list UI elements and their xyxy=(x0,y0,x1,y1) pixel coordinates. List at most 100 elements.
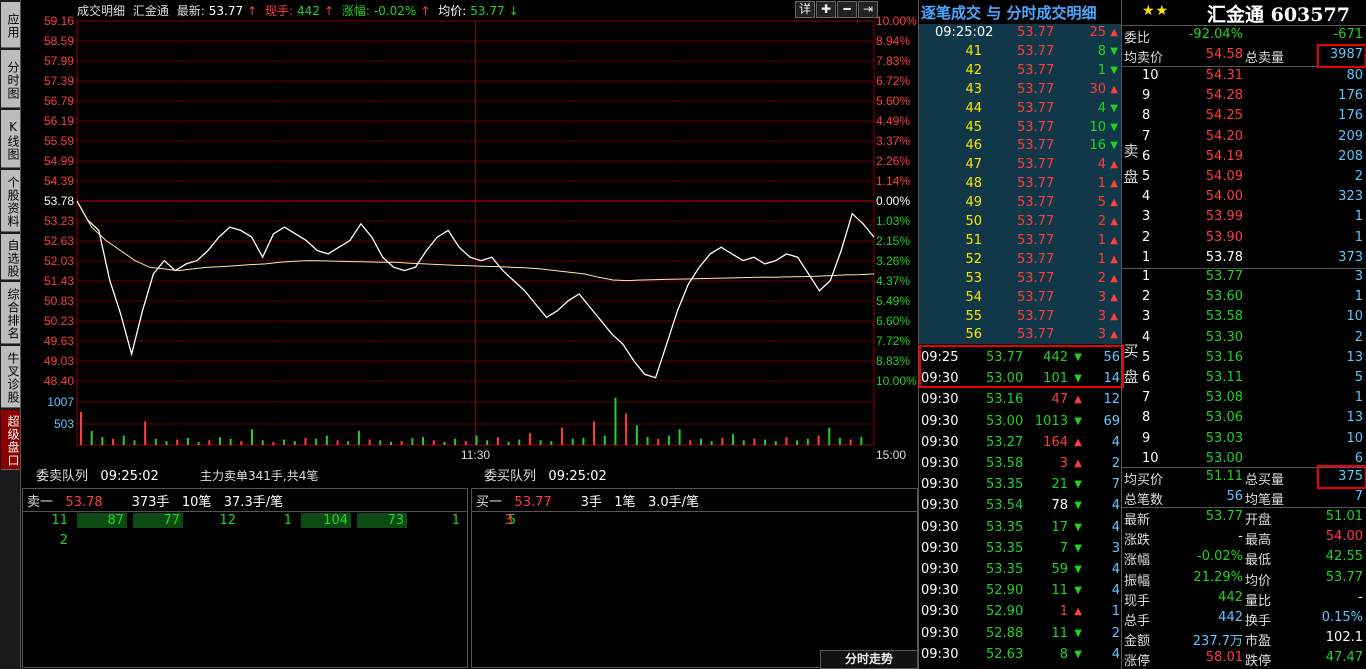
minute-price: 53.16 xyxy=(986,392,1024,408)
minute-count: 7 xyxy=(1111,477,1120,493)
ask-volume: 80 xyxy=(1346,68,1363,83)
stat-label: 涨停 xyxy=(1124,654,1151,669)
stat-label: 最新 xyxy=(1124,513,1151,528)
bid-level: 7 xyxy=(1142,390,1151,406)
volume-bar xyxy=(625,413,628,445)
tick-trade-row[interactable]: 55 53.77 3 ▲ xyxy=(919,307,1122,327)
tick-trade-row[interactable]: 46 53.77 16 ▼ xyxy=(919,136,1122,156)
volume-bar xyxy=(144,421,147,445)
minute-volume: 164 xyxy=(1043,434,1068,450)
volume-bar xyxy=(796,440,799,445)
arrow-up-icon: ▲ xyxy=(1110,197,1118,209)
minute-trade-row[interactable]: 09:30 53.27 164 ▲ 4 xyxy=(919,433,1122,453)
ask-row: 3 53.99 1 xyxy=(1122,207,1366,227)
nav-item-6[interactable]: 牛叉诊股 xyxy=(1,346,20,408)
minute-trade-row[interactable]: 09:30 53.35 21 ▼ 7 xyxy=(919,475,1122,495)
pct-tick-label: 2.15% xyxy=(876,234,910,248)
pct-tick-label: 5.60% xyxy=(876,94,910,108)
rating-stars-icon: ★★ xyxy=(1142,3,1170,19)
arrow-down-icon: ▼ xyxy=(1074,500,1082,512)
weibi-value: -92.04% xyxy=(1188,27,1243,42)
nav-item-3[interactable]: 个股资料 xyxy=(1,170,20,232)
bid-row: 6 53.11 5 xyxy=(1122,368,1366,388)
avg-sell-label: 均卖价 xyxy=(1124,51,1164,66)
intraday-trend-tab[interactable]: 分时走势 xyxy=(820,650,918,669)
minute-time: 09:30 xyxy=(921,477,959,493)
volume-bar xyxy=(101,437,104,445)
bid-level: 9 xyxy=(1142,430,1151,446)
minute-volume: 7 xyxy=(1059,540,1068,556)
sell1-qty: 373手 xyxy=(131,495,170,510)
tick-trade-row[interactable]: 43 53.77 30 ▲ xyxy=(919,80,1122,100)
ask-price: 54.00 xyxy=(1205,189,1243,205)
stat-row: 涨幅 -0.02% 最低 42.55 xyxy=(1122,547,1366,568)
ask-price: 53.99 xyxy=(1205,209,1243,225)
stat-label: 总手 xyxy=(1124,614,1151,629)
tick-trade-row[interactable]: 41 53.77 8 ▼ xyxy=(919,42,1122,62)
stat-row: 涨跌 - 最高 54.00 xyxy=(1122,527,1366,548)
tick-volume: 8 xyxy=(1097,43,1106,59)
bid-volume: 1 xyxy=(1354,390,1363,406)
tick-trade-row[interactable]: 52 53.77 1 ▲ xyxy=(919,250,1122,270)
minute-time: 09:30 xyxy=(921,625,959,641)
volume-bar xyxy=(828,427,831,445)
volume-bar xyxy=(240,441,243,445)
tick-price: 53.77 xyxy=(1017,43,1055,59)
nav-item-1[interactable]: 分时图 xyxy=(1,50,20,108)
minute-trade-row[interactable]: 09:30 53.54 78 ▼ 4 xyxy=(919,496,1122,516)
tick-trade-row[interactable]: 45 53.77 10 ▼ xyxy=(919,118,1122,138)
arrow-down-icon: ▼ xyxy=(1110,140,1118,152)
minute-count: 69 xyxy=(1103,413,1120,429)
tick-trade-row[interactable]: 47 53.77 4 ▲ xyxy=(919,155,1122,175)
minute-trade-row[interactable]: 09:30 53.16 47 ▲ 12 xyxy=(919,390,1122,410)
nav-item-0[interactable]: 应用 xyxy=(1,2,20,48)
minute-trade-row[interactable]: 09:30 53.58 3 ▲ 2 xyxy=(919,454,1122,474)
nav-item-5[interactable]: 综合排名 xyxy=(1,282,20,344)
minute-trade-row[interactable]: 09:30 52.90 1 ▲ 1 xyxy=(919,602,1122,622)
buy-queue-panel[interactable]: 买一 53.77 3手 1笔 3.0手/笔 3 xyxy=(471,488,918,668)
tick-trade-row[interactable]: 50 53.77 2 ▲ xyxy=(919,212,1122,232)
tick-trade-row[interactable]: 09:25:02 53.77 25 ▲ xyxy=(919,23,1122,43)
intraday-chart[interactable]: 成交明细 汇金通 最新: 53.77 ↑ 现手: 442 ↑ 涨幅: -0.02% ↑ 均价… xyxy=(22,0,918,464)
arrow-up-icon: ▲ xyxy=(1110,253,1118,265)
volume-bar xyxy=(304,437,307,445)
tick-trade-row[interactable]: 42 53.77 1 ▼ xyxy=(919,61,1122,81)
minute-trade-row[interactable]: 09:30 53.35 59 ▼ 4 xyxy=(919,560,1122,580)
stat-label: 量比 xyxy=(1245,593,1272,609)
nav-item-7[interactable]: 超级盘口 xyxy=(1,410,20,470)
bid-level: 2 xyxy=(1142,289,1151,305)
tick-time: 52 xyxy=(965,251,982,267)
tick-time: 41 xyxy=(965,43,982,59)
nav-item-4[interactable]: 自选股 xyxy=(1,234,20,280)
volume-bar xyxy=(443,441,446,445)
tick-trade-row[interactable]: 51 53.77 1 ▲ xyxy=(919,231,1122,251)
ask-row: 9 54.28 176 xyxy=(1122,86,1366,106)
tick-trade-row[interactable]: 53 53.77 2 ▲ xyxy=(919,269,1122,289)
tick-volume: 1 xyxy=(1097,62,1106,78)
minute-price: 53.27 xyxy=(986,434,1024,450)
pct-tick-label: 4.49% xyxy=(876,114,910,128)
minute-trade-row[interactable]: 09:30 53.00 1013 ▼ 69 xyxy=(919,412,1122,432)
bid-volume: 3 xyxy=(1354,269,1363,284)
minute-trade-row[interactable]: 09:30 53.35 17 ▼ 4 xyxy=(919,518,1122,538)
chart-canvas[interactable]: 59.16 10.00% 58.59 8.94% 57.99 7.83% 57.39 6.72… xyxy=(22,0,918,464)
stat-value: 442 xyxy=(1218,589,1243,605)
ask-volume: 208 xyxy=(1338,148,1363,164)
tick-trade-row[interactable]: 48 53.77 1 ▲ xyxy=(919,174,1122,194)
tick-trades-list[interactable]: 09:25:02 53.77 25 ▲ 41 53.77 8 ▼ 42 53.77 1 ▼ 43 53.7… xyxy=(919,24,1122,344)
tick-trade-row[interactable]: 49 53.77 5 ▲ xyxy=(919,193,1122,213)
nav-item-2[interactable]: K线图 xyxy=(1,110,20,168)
minute-trade-row[interactable]: 09:30 53.35 7 ▼ 3 xyxy=(919,539,1122,559)
tick-time: 55 xyxy=(965,308,982,324)
volume-bar xyxy=(785,437,788,445)
avg-buy-label: 均买价 xyxy=(1124,473,1164,488)
queue-cell: 1 xyxy=(283,513,292,528)
minute-trade-row[interactable]: 09:30 52.63 8 ▼ 4 xyxy=(919,645,1122,665)
tick-trade-row[interactable]: 56 53.77 3 ▲ xyxy=(919,325,1122,345)
tick-trade-row[interactable]: 54 53.77 3 ▲ xyxy=(919,288,1122,308)
tick-trade-row[interactable]: 44 53.77 4 ▼ xyxy=(919,99,1122,119)
tick-volume: 30 xyxy=(1089,81,1106,97)
minute-trade-row[interactable]: 09:30 52.90 11 ▼ 4 xyxy=(919,581,1122,601)
sell-queue-panel[interactable]: 卖一 53.78 373手 10笔 37.3手/笔 11 87 77 12 1 104 73… xyxy=(22,488,516,668)
minute-trade-row[interactable]: 09:30 52.88 11 ▼ 2 xyxy=(919,624,1122,644)
